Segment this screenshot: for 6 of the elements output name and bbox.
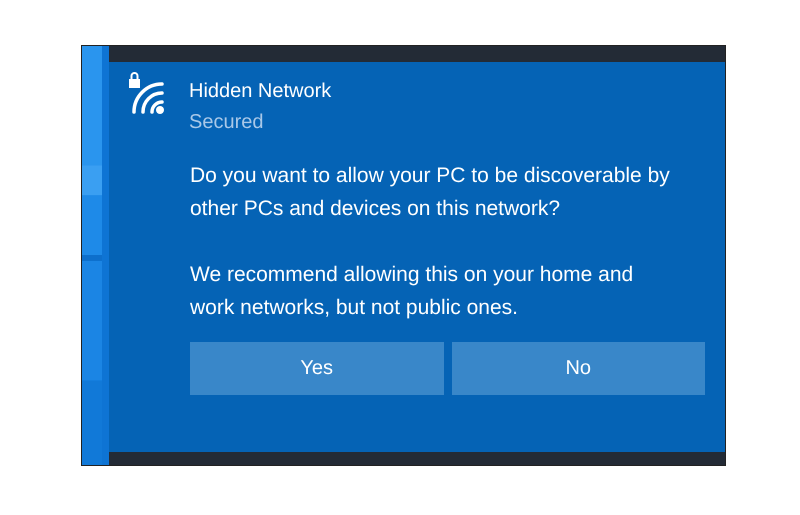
no-button[interactable]: No [452,342,705,395]
network-status: Secured [189,110,264,135]
recommendation-text: We recommend allowing this on your home and work networks, but not public ones. [190,262,634,321]
yes-button[interactable]: Yes [190,342,444,395]
discoverable-question: Do you want to allow your PC to be discoverable by other PCs and devices on this network? [190,163,671,222]
network-name: Hidden Network [189,79,332,104]
